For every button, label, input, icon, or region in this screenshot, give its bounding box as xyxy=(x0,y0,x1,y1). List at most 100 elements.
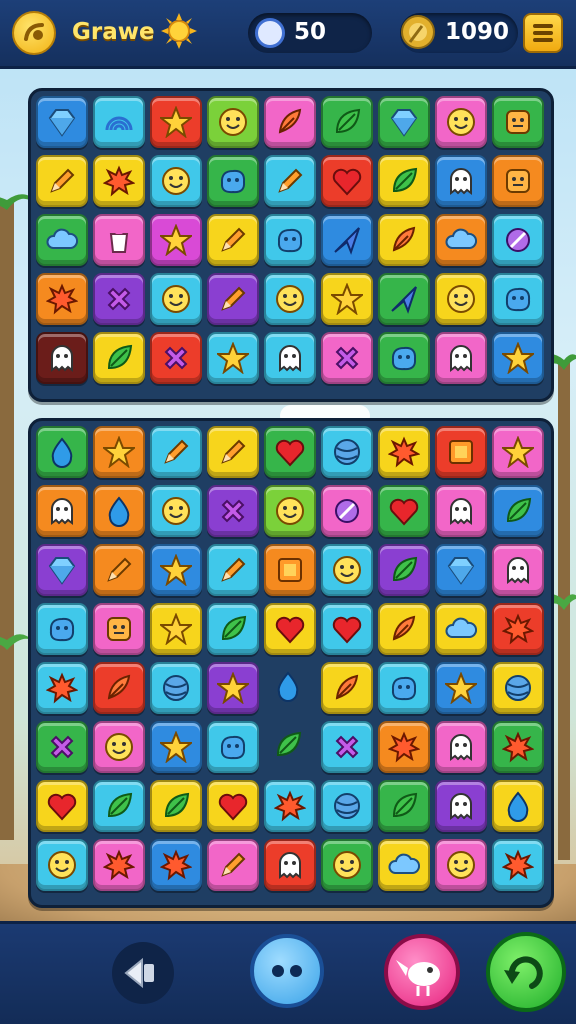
bottom-board-tile[interactable] xyxy=(492,662,544,714)
top-board-tile[interactable] xyxy=(264,273,316,325)
bottom-board-tile[interactable] xyxy=(378,603,430,655)
bottom-board-tile[interactable] xyxy=(150,426,202,478)
bottom-board-tile[interactable] xyxy=(321,721,373,773)
bottom-board-tile[interactable] xyxy=(378,426,430,478)
bottom-board-tile[interactable] xyxy=(378,485,430,537)
top-board-tile[interactable] xyxy=(378,155,430,207)
top-board-tile[interactable] xyxy=(435,273,487,325)
menu-button[interactable] xyxy=(523,13,563,53)
top-board-tile[interactable] xyxy=(264,96,316,148)
top-board-tile[interactable] xyxy=(93,273,145,325)
bottom-board-tile[interactable] xyxy=(207,721,259,773)
top-board-tile[interactable] xyxy=(264,155,316,207)
bottom-board-tile[interactable] xyxy=(36,603,88,655)
bottom-board-tile[interactable] xyxy=(93,603,145,655)
top-board-tile[interactable] xyxy=(93,96,145,148)
bottom-board-tile[interactable] xyxy=(321,544,373,596)
bottom-board-tile[interactable] xyxy=(378,780,430,832)
top-board-tile[interactable] xyxy=(264,332,316,384)
bottom-board-tile[interactable] xyxy=(435,721,487,773)
top-board-tile[interactable] xyxy=(321,273,373,325)
bottom-board-tile[interactable] xyxy=(207,426,259,478)
bottom-board-tile[interactable] xyxy=(150,662,202,714)
bottom-board-tile[interactable] xyxy=(150,603,202,655)
top-board-tile[interactable] xyxy=(321,332,373,384)
bottom-board-tile[interactable] xyxy=(435,603,487,655)
top-board-tile[interactable] xyxy=(378,214,430,266)
bottom-board-tile[interactable] xyxy=(207,662,259,714)
top-board-tile[interactable] xyxy=(150,214,202,266)
top-board-tile[interactable] xyxy=(264,214,316,266)
bottom-board-tile[interactable] xyxy=(36,839,88,891)
bottom-board-tile[interactable] xyxy=(207,603,259,655)
bottom-board-tile[interactable] xyxy=(492,780,544,832)
bottom-board-tile[interactable] xyxy=(492,426,544,478)
bottom-board-tile[interactable] xyxy=(492,721,544,773)
bottom-board-tile[interactable] xyxy=(150,839,202,891)
booster-button[interactable] xyxy=(384,934,460,1010)
bottom-board-tile[interactable] xyxy=(264,721,316,773)
top-board-tile[interactable] xyxy=(378,273,430,325)
bottom-board-tile[interactable] xyxy=(36,780,88,832)
top-board-tile[interactable] xyxy=(378,332,430,384)
bottom-board-tile[interactable] xyxy=(93,839,145,891)
bottom-board-tile[interactable] xyxy=(492,544,544,596)
top-board-tile[interactable] xyxy=(492,332,544,384)
pause-button[interactable] xyxy=(250,934,324,1008)
top-board-tile[interactable] xyxy=(36,96,88,148)
top-board-tile[interactable] xyxy=(321,96,373,148)
top-board-tile[interactable] xyxy=(150,96,202,148)
bottom-board-tile[interactable] xyxy=(435,839,487,891)
bottom-board-tile[interactable] xyxy=(264,662,316,714)
bottom-board-tile[interactable] xyxy=(492,603,544,655)
top-board-tile[interactable] xyxy=(207,273,259,325)
bottom-board-tile[interactable] xyxy=(36,485,88,537)
bottom-board-tile[interactable] xyxy=(36,662,88,714)
bottom-board-tile[interactable] xyxy=(207,485,259,537)
bottom-board-tile[interactable] xyxy=(207,839,259,891)
bottom-board-tile[interactable] xyxy=(378,839,430,891)
top-board-tile[interactable] xyxy=(207,214,259,266)
bottom-board-tile[interactable] xyxy=(321,485,373,537)
bottom-board-tile[interactable] xyxy=(435,544,487,596)
bottom-board-tile[interactable] xyxy=(264,839,316,891)
top-board-tile[interactable] xyxy=(435,96,487,148)
top-board-tile[interactable] xyxy=(36,273,88,325)
top-board-tile[interactable] xyxy=(36,155,88,207)
bottom-board-tile[interactable] xyxy=(321,426,373,478)
top-board-tile[interactable] xyxy=(93,214,145,266)
bottom-board-tile[interactable] xyxy=(36,721,88,773)
top-board-tile[interactable] xyxy=(435,332,487,384)
sound-button[interactable] xyxy=(112,942,174,1004)
bottom-board-tile[interactable] xyxy=(150,721,202,773)
bottom-board-tile[interactable] xyxy=(93,544,145,596)
top-board-tile[interactable] xyxy=(378,96,430,148)
top-board-tile[interactable] xyxy=(150,273,202,325)
bottom-board-tile[interactable] xyxy=(492,839,544,891)
bottom-board-tile[interactable] xyxy=(378,544,430,596)
top-board-tile[interactable] xyxy=(207,96,259,148)
top-board-tile[interactable] xyxy=(435,214,487,266)
bottom-board-tile[interactable] xyxy=(264,426,316,478)
bottom-board-tile[interactable] xyxy=(435,662,487,714)
bottom-board-tile[interactable] xyxy=(207,544,259,596)
top-board-tile[interactable] xyxy=(492,273,544,325)
bottom-board-tile[interactable] xyxy=(93,662,145,714)
top-board-tile[interactable] xyxy=(435,155,487,207)
top-board-tile[interactable] xyxy=(492,214,544,266)
top-board-tile[interactable] xyxy=(321,214,373,266)
bottom-board-tile[interactable] xyxy=(36,544,88,596)
bottom-board-tile[interactable] xyxy=(207,780,259,832)
bottom-board-tile[interactable] xyxy=(321,603,373,655)
bottom-board-tile[interactable] xyxy=(36,426,88,478)
top-board-tile[interactable] xyxy=(492,96,544,148)
top-board-tile[interactable] xyxy=(36,214,88,266)
bottom-board-tile[interactable] xyxy=(93,721,145,773)
bottom-board-tile[interactable] xyxy=(378,662,430,714)
bottom-board-tile[interactable] xyxy=(435,780,487,832)
top-board-tile[interactable] xyxy=(321,155,373,207)
bottom-board-tile[interactable] xyxy=(93,780,145,832)
bottom-board-tile[interactable] xyxy=(93,485,145,537)
bottom-board-tile[interactable] xyxy=(150,780,202,832)
bottom-board-tile[interactable] xyxy=(321,780,373,832)
